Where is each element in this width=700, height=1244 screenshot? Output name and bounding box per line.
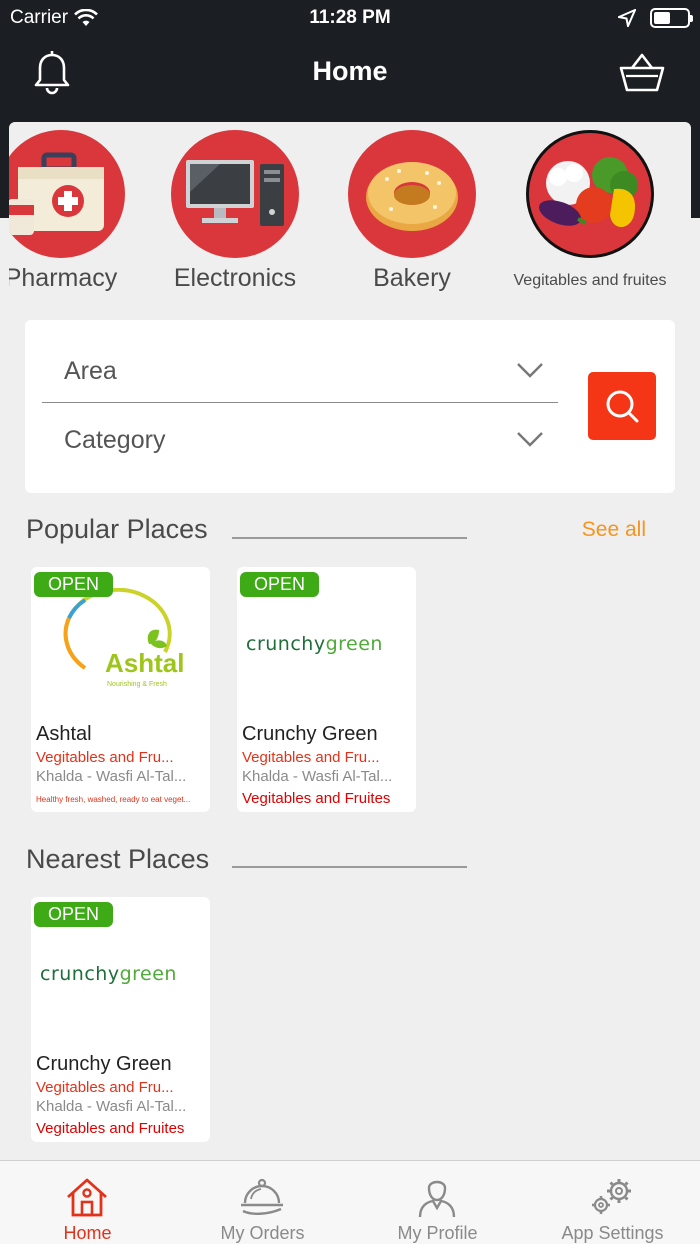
open-badge: OPEN [34, 902, 114, 927]
place-name: Crunchy Green [242, 723, 378, 745]
category-vegetables[interactable]: Vegitables and fruites [510, 130, 670, 290]
place-address: Khalda - Wasfi Al-Tal... [242, 768, 393, 785]
section-divider [232, 537, 467, 539]
category-label: Pharmacy [9, 264, 118, 292]
place-description: Healthy fresh, washed, ready to eat vege… [36, 795, 191, 804]
tab-label: My Profile [397, 1223, 478, 1243]
category-dropdown[interactable]: Category [42, 404, 558, 472]
popular-places-title: Popular Places [26, 514, 208, 544]
section-divider [232, 866, 467, 868]
place-address: Khalda - Wasfi Al-Tal... [36, 1098, 187, 1115]
tab-label: App Settings [561, 1223, 664, 1243]
place-name: Crunchy Green [36, 1053, 172, 1075]
vegetables-icon [526, 130, 654, 258]
tab-my-profile[interactable]: My Profile [350, 1161, 525, 1244]
search-button[interactable] [588, 372, 656, 440]
category-label: Electronics [173, 264, 297, 292]
place-name: Ashtal [36, 723, 92, 745]
status-bar: Carrier 11:28 PM [0, 0, 700, 36]
battery-icon [650, 8, 693, 28]
place-logo: crunchygreen [237, 587, 416, 699]
see-all-link[interactable]: See all [582, 518, 646, 542]
category-pharmacy[interactable]: Pharmacy [9, 130, 141, 293]
place-logo: Ashtal Nourishing & Fresh [31, 587, 210, 699]
page-title: Home [312, 56, 388, 86]
place-card-crunchy-green[interactable]: crunchygreen OPEN Crunchy Green Vegitabl… [237, 567, 416, 812]
computer-icon [171, 130, 299, 258]
place-card-crunchy-green-nearest[interactable]: crunchygreen OPEN Crunchy Green Vegitabl… [31, 897, 210, 1142]
search-icon [606, 390, 639, 423]
category-label: Vegitables and fruites [513, 272, 667, 289]
place-logo: crunchygreen [31, 917, 210, 1029]
tab-label: My Orders [220, 1223, 305, 1243]
open-badge: OPEN [240, 572, 320, 597]
category-carousel[interactable]: Pharmacy Electronics Bakery Vegitables a… [9, 122, 691, 302]
bottom-tab-bar: Home My Orders My Profile App Settings [0, 1160, 700, 1244]
logo-text: Ashtal [105, 648, 184, 678]
chevron-down-icon [517, 363, 543, 378]
place-category: Vegitables and Fru... [36, 749, 174, 766]
category-label: Bakery [373, 264, 451, 292]
open-badge: OPEN [34, 572, 114, 597]
location-arrow-icon [618, 9, 636, 27]
gears-icon [587, 1175, 637, 1219]
svg-text:crunchygreen: crunchygreen [40, 963, 177, 985]
category-bakery[interactable]: Bakery [332, 130, 492, 293]
clock: 11:28 PM [309, 7, 391, 28]
basket-icon[interactable] [617, 48, 667, 98]
category-electronics[interactable]: Electronics [155, 130, 315, 293]
navigation-bar: Home [0, 36, 700, 108]
place-category: Vegitables and Fru... [36, 1079, 174, 1096]
place-card-ashtal[interactable]: Ashtal Nourishing & Fresh OPEN Ashtal Ve… [31, 567, 210, 812]
tab-app-settings[interactable]: App Settings [525, 1161, 700, 1244]
first-aid-kit-icon [9, 130, 125, 258]
svg-text:crunchygreen: crunchygreen [246, 633, 383, 655]
place-tag: Vegitables and Fruites [36, 1120, 185, 1137]
chevron-down-icon [517, 432, 543, 447]
tab-home[interactable]: Home [0, 1161, 175, 1244]
logo-subtext: Nourishing & Fresh [107, 681, 167, 688]
user-icon [412, 1175, 462, 1219]
category-label: Category [64, 426, 166, 454]
tab-my-orders[interactable]: My Orders [175, 1161, 350, 1244]
tab-label: Home [63, 1223, 112, 1243]
place-tag: Vegitables and Fruites [242, 790, 391, 807]
nearest-places-title: Nearest Places [26, 844, 210, 874]
bagel-icon [348, 130, 476, 258]
home-icon [62, 1175, 112, 1219]
area-label: Area [64, 357, 117, 385]
cloche-icon [237, 1175, 287, 1219]
filter-card: Area Category [25, 320, 675, 493]
area-dropdown[interactable]: Area [42, 335, 558, 403]
place-category: Vegitables and Fru... [242, 749, 380, 766]
place-address: Khalda - Wasfi Al-Tal... [36, 768, 187, 785]
